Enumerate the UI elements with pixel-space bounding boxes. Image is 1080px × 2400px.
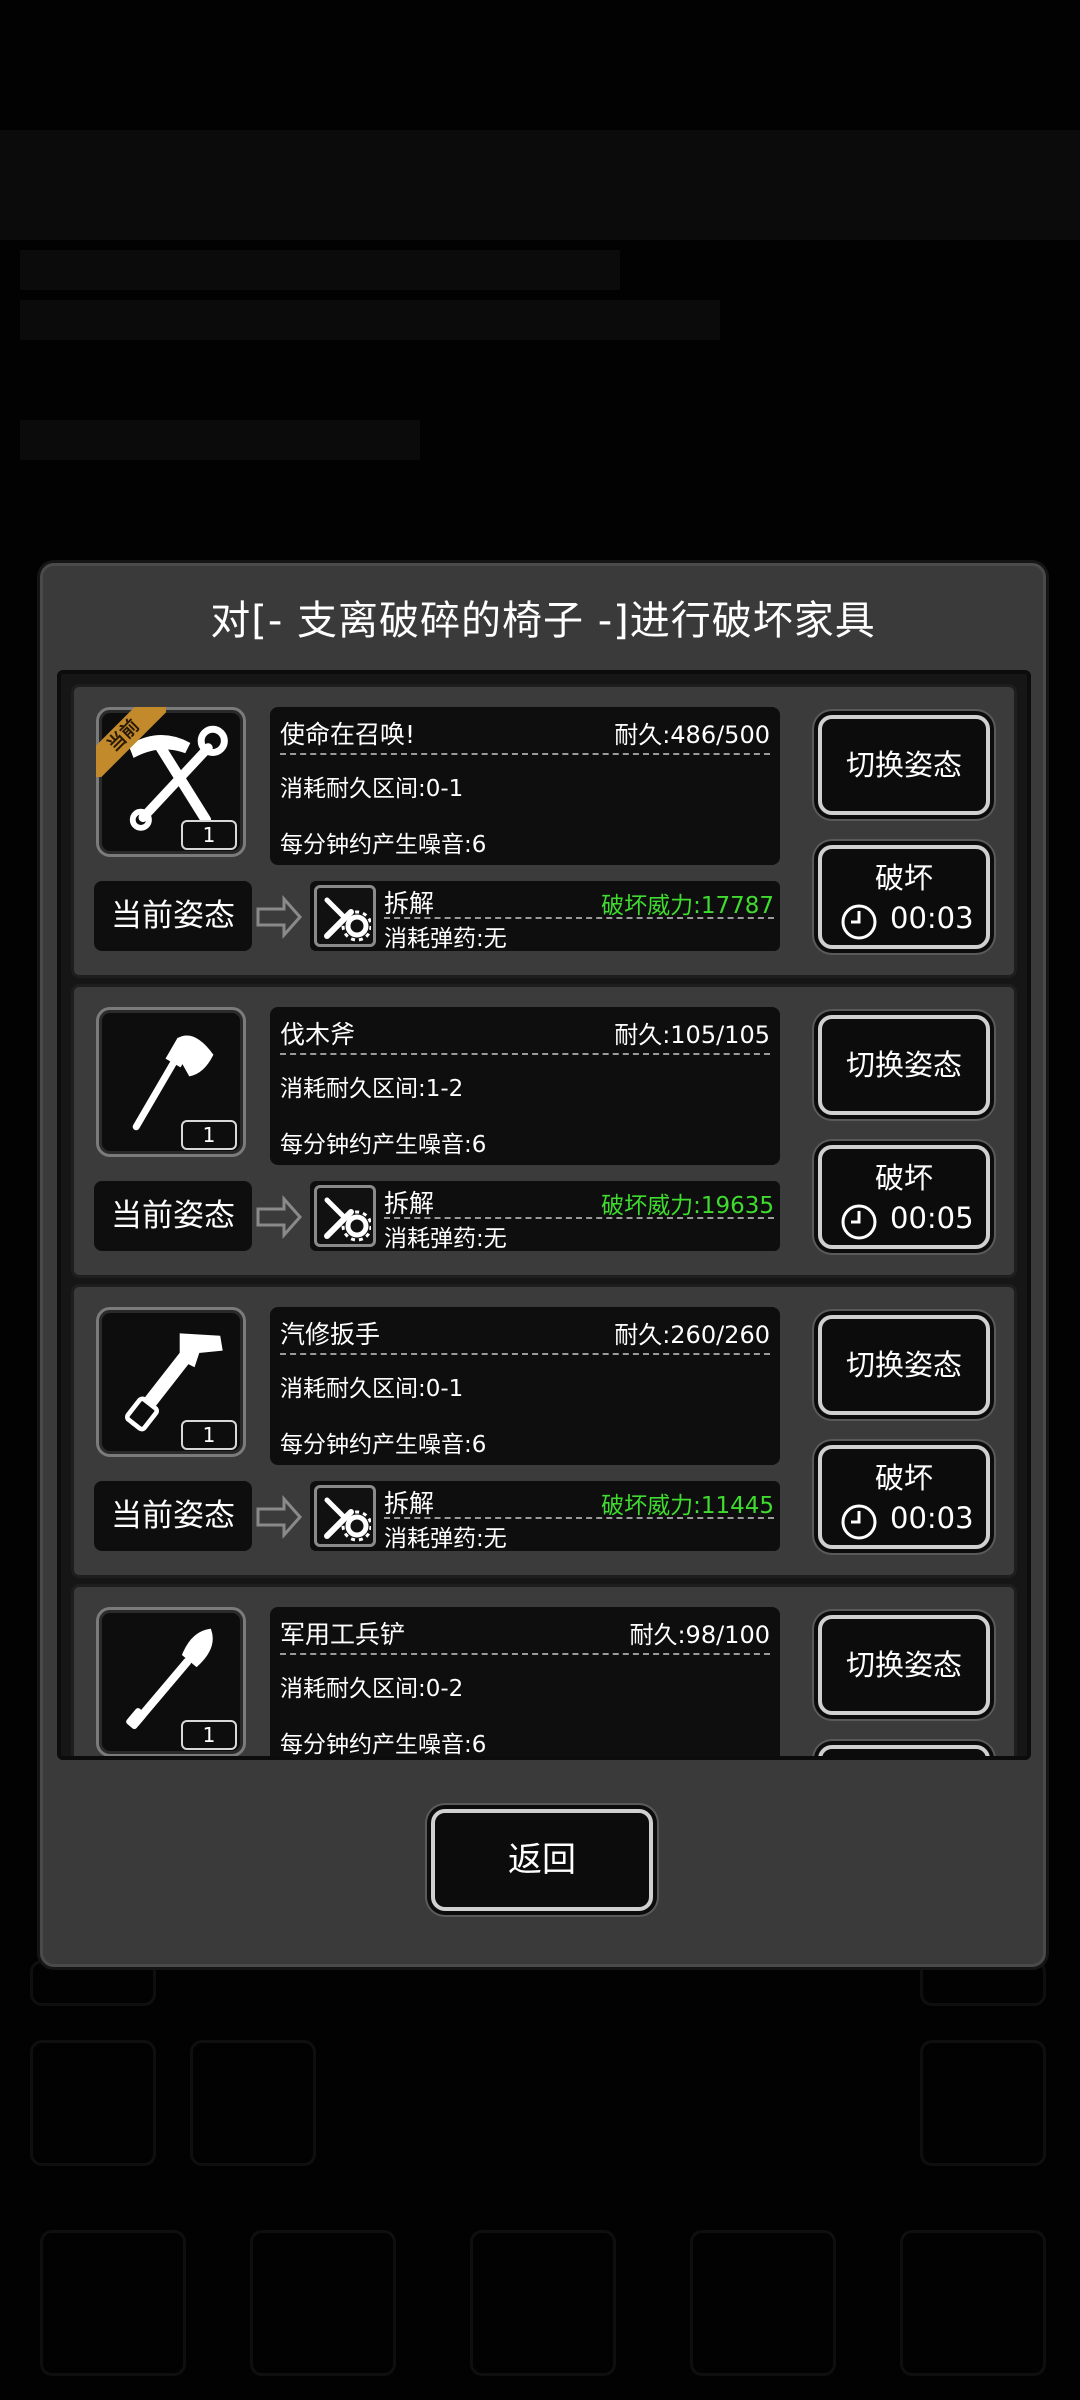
tool-name: 汽修扳手 — [280, 1320, 381, 1349]
tool-icon-frame: 1 — [96, 1607, 246, 1756]
tool-info-panel: 汽修扳手 耐久:260/260 消耗耐久区间:0-1 每分钟约产生噪音:6 — [270, 1307, 780, 1465]
wrench-gear-icon — [324, 897, 371, 942]
background-slot — [250, 2230, 396, 2376]
stance-panel: 拆解 破坏威力:19635 消耗弹药:无 — [310, 1181, 780, 1252]
stance-icon-frame — [314, 1185, 376, 1247]
item-count-badge: 1 — [181, 1720, 237, 1750]
clock-icon — [841, 904, 877, 940]
background-slot — [900, 2230, 1046, 2376]
dialog-title: 对[- 支离破碎的椅子 -]进行破坏家具 — [210, 598, 876, 644]
break-time: 00:05 — [890, 1201, 974, 1235]
noise-per-minute: 每分钟约产生噪音:6 — [280, 1432, 487, 1458]
tool-card: 1 当前 使命在召唤! 耐久:486/500 消耗耐久区间:0-1 每分钟约产生… — [71, 684, 1017, 978]
background-header-bar — [0, 130, 1080, 240]
divider — [280, 1653, 770, 1655]
break-button[interactable]: 破坏 00:03 — [818, 1445, 990, 1549]
background-slot — [190, 2040, 316, 2166]
tool-durability: 耐久:105/105 — [614, 1021, 770, 1049]
tool-icon-frame: 1 — [96, 1307, 246, 1457]
break-time: 00:03 — [890, 901, 974, 935]
switch-stance-button[interactable]: 切换姿态 — [818, 1015, 990, 1115]
stance-panel: 拆解 破坏威力:11445 消耗弹药:无 — [310, 1481, 780, 1552]
break-button-label: 破坏 — [874, 1161, 933, 1195]
tool-icon-frame: 1 — [96, 1007, 246, 1157]
tool-durability: 耐久:486/500 — [614, 721, 770, 749]
stance-icon-frame — [314, 885, 376, 947]
break-furniture-dialog: 对[- 支离破碎的椅子 -]进行破坏家具 1 当前 使命在召唤! 耐久:486/… — [40, 563, 1046, 1967]
background-slot — [920, 2040, 1046, 2166]
durability-cost-range: 消耗耐久区间:1-2 — [280, 1076, 464, 1102]
clock-icon — [841, 1204, 877, 1240]
current-stance-label: 当前姿态 — [94, 1481, 252, 1551]
noise-per-minute: 每分钟约产生噪音:6 — [280, 832, 487, 858]
current-stance-label: 当前姿态 — [94, 1181, 252, 1251]
ammo-cost: 消耗弹药:无 — [384, 1526, 507, 1552]
durability-cost-range: 消耗耐久区间:0-2 — [280, 1676, 464, 1702]
tool-durability: 耐久:98/100 — [629, 1621, 770, 1649]
break-button-label: 破坏 — [874, 1461, 933, 1495]
background-slot — [30, 2040, 156, 2166]
tool-name: 使命在召唤! — [280, 720, 416, 749]
current-ribbon: 当前 — [96, 707, 166, 777]
divider — [280, 1353, 770, 1355]
break-time: 00:03 — [890, 1501, 974, 1535]
current-stance-label: 当前姿态 — [94, 881, 252, 951]
axe-icon — [132, 1035, 214, 1131]
tool-durability: 耐久:260/260 — [614, 1321, 770, 1349]
break-button[interactable]: 破坏 00:05 — [818, 1145, 990, 1249]
tool-list[interactable]: 1 当前 使命在召唤! 耐久:486/500 消耗耐久区间:0-1 每分钟约产生… — [57, 670, 1031, 1760]
background-text-block — [20, 420, 420, 460]
stance-name: 拆解 — [384, 1489, 435, 1518]
ammo-cost: 消耗弹药:无 — [384, 926, 507, 952]
tool-info-panel: 军用工兵铲 耐久:98/100 消耗耐久区间:0-2 每分钟约产生噪音:6 — [270, 1607, 780, 1758]
arrow-right-icon — [256, 1195, 303, 1239]
shovel-icon — [126, 1628, 213, 1730]
durability-cost-range: 消耗耐久区间:0-1 — [280, 1376, 464, 1402]
item-count-badge: 1 — [181, 1120, 237, 1150]
item-count-badge: 1 — [181, 1420, 237, 1450]
noise-per-minute: 每分钟约产生噪音:6 — [280, 1732, 487, 1758]
current-tag: 当前 — [96, 707, 166, 777]
stance-icon-frame — [314, 1485, 376, 1547]
background-text-block — [20, 300, 720, 340]
divider — [280, 1053, 770, 1055]
break-power: 破坏威力:19635 — [601, 1193, 774, 1219]
switch-stance-button[interactable]: 切换姿态 — [818, 1315, 990, 1415]
break-power: 破坏威力:17787 — [601, 893, 774, 919]
arrow-right-icon — [256, 895, 303, 939]
tool-card: 1 军用工兵铲 耐久:98/100 消耗耐久区间:0-2 每分钟约产生噪音:6 … — [71, 1584, 1017, 1758]
back-button[interactable]: 返回 — [431, 1809, 653, 1911]
stance-name: 拆解 — [384, 889, 435, 918]
background-slot — [40, 2230, 186, 2376]
break-button[interactable] — [818, 1745, 990, 1756]
background-slot — [690, 2230, 836, 2376]
switch-stance-button[interactable]: 切换姿态 — [818, 1615, 990, 1715]
stance-panel: 拆解 破坏威力:17787 消耗弹药:无 — [310, 881, 780, 952]
background-text-block — [20, 250, 620, 290]
tool-icon-frame: 1 当前 — [96, 707, 246, 857]
tool-info-panel: 使命在召唤! 耐久:486/500 消耗耐久区间:0-1 每分钟约产生噪音:6 — [270, 707, 780, 865]
tool-card: 1 伐木斧 耐久:105/105 消耗耐久区间:1-2 每分钟约产生噪音:6 当… — [71, 984, 1017, 1278]
wrench-gear-icon — [324, 1497, 371, 1542]
break-button-label: 破坏 — [874, 861, 933, 895]
pipe-wrench-icon — [125, 1333, 223, 1432]
background-slot — [470, 2230, 616, 2376]
arrow-right-icon — [256, 1495, 303, 1539]
item-count-badge: 1 — [181, 820, 237, 850]
noise-per-minute: 每分钟约产生噪音:6 — [280, 1132, 487, 1158]
tool-card: 1 汽修扳手 耐久:260/260 消耗耐久区间:0-1 每分钟约产生噪音:6 … — [71, 1284, 1017, 1578]
switch-stance-button[interactable]: 切换姿态 — [818, 715, 990, 815]
wrench-gear-icon — [324, 1197, 371, 1242]
break-power: 破坏威力:11445 — [601, 1493, 774, 1519]
ammo-cost: 消耗弹药:无 — [384, 1226, 507, 1252]
tool-info-panel: 伐木斧 耐久:105/105 消耗耐久区间:1-2 每分钟约产生噪音:6 — [270, 1007, 780, 1165]
durability-cost-range: 消耗耐久区间:0-1 — [280, 776, 464, 802]
tool-name: 伐木斧 — [280, 1020, 356, 1049]
divider — [280, 753, 770, 755]
clock-icon — [841, 1504, 877, 1540]
tool-name: 军用工兵铲 — [280, 1620, 406, 1649]
stance-name: 拆解 — [384, 1189, 435, 1218]
break-button[interactable]: 破坏 00:03 — [818, 845, 990, 949]
